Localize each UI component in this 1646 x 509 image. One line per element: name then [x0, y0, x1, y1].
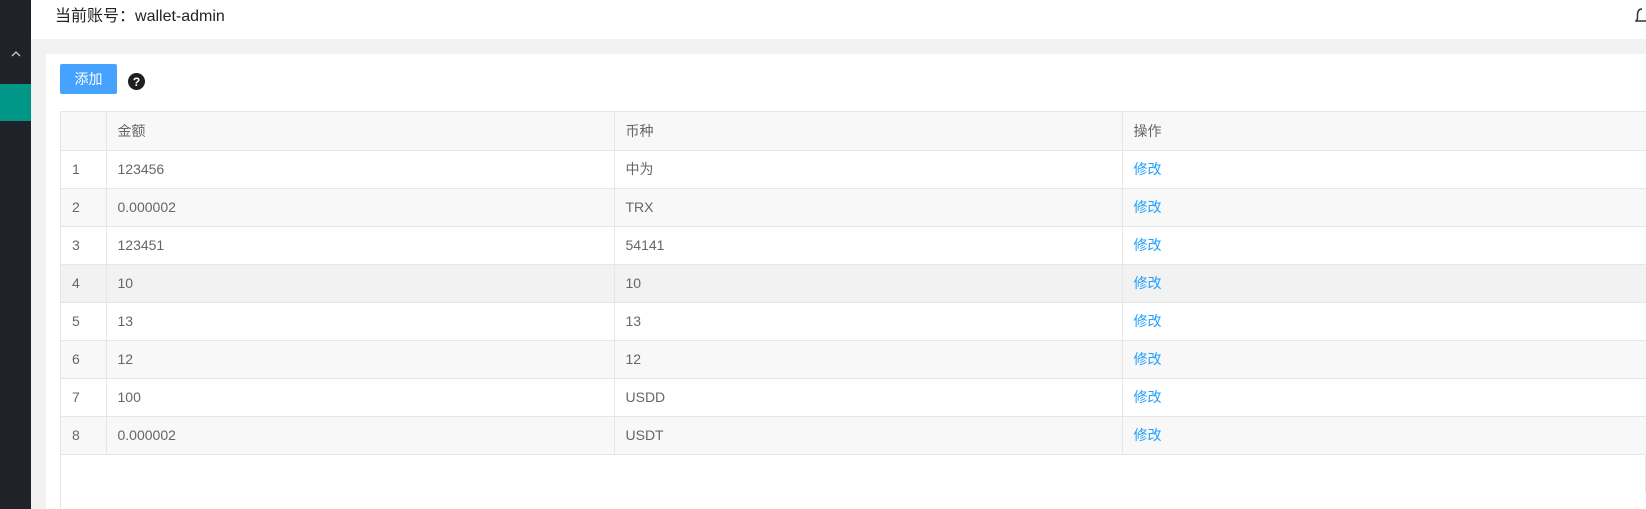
currency-cell: USDT — [614, 416, 1123, 455]
chevron-up-icon[interactable] — [0, 42, 31, 66]
table-row: 4 10 10 修改 — [61, 264, 1646, 303]
add-button[interactable]: 添加 — [60, 64, 117, 94]
table-footer-space — [61, 454, 1646, 492]
edit-link[interactable]: 修改 — [1134, 351, 1162, 367]
edit-link[interactable]: 修改 — [1134, 389, 1162, 405]
edit-link[interactable]: 修改 — [1134, 237, 1162, 253]
column-header-actions: 操作 — [1122, 112, 1646, 151]
row-index-cell: 5 — [61, 302, 107, 341]
currency-cell: 10 — [614, 264, 1123, 303]
row-index-cell: 7 — [61, 378, 107, 417]
amount-cell: 0.000002 — [106, 416, 615, 455]
amount-cell: 100 — [106, 378, 615, 417]
account-name: wallet-admin — [135, 8, 225, 25]
row-index-cell: 2 — [61, 188, 107, 227]
amount-cell: 13 — [106, 302, 615, 341]
row-index-cell: 1 — [61, 150, 107, 189]
edit-link[interactable]: 修改 — [1134, 161, 1162, 177]
row-index-cell: 8 — [61, 416, 107, 455]
column-header-currency[interactable]: 币种 — [614, 112, 1123, 151]
row-index-cell: 6 — [61, 340, 107, 379]
table-header-row: 金额 币种 操作 — [61, 112, 1646, 151]
sidebar — [0, 0, 31, 509]
question-circle-icon[interactable]: ? — [128, 73, 145, 90]
currency-cell: TRX — [614, 188, 1123, 227]
table-row: 5 13 13 修改 — [61, 302, 1646, 341]
currency-cell: 54141 — [614, 226, 1123, 265]
top-header: 当前账号：wallet-admin — [31, 0, 1646, 39]
actions-cell: 修改 — [1122, 150, 1646, 189]
edit-link[interactable]: 修改 — [1134, 199, 1162, 215]
table-row: 3 123451 54141 修改 — [61, 226, 1646, 265]
row-index-cell: 4 — [61, 264, 107, 303]
table-row: 8 0.000002 USDT 修改 — [61, 416, 1646, 455]
sidebar-item-active[interactable] — [0, 84, 31, 121]
amount-cell: 123456 — [106, 150, 615, 189]
bell-icon[interactable] — [1635, 7, 1646, 25]
currency-cell: 13 — [614, 302, 1123, 341]
column-header-amount[interactable]: 金额 — [106, 112, 615, 151]
table-row: 7 100 USDD 修改 — [61, 378, 1646, 417]
table-row: 6 12 12 修改 — [61, 340, 1646, 379]
actions-cell: 修改 — [1122, 226, 1646, 265]
current-account: 当前账号：wallet-admin — [55, 7, 225, 27]
actions-cell: 修改 — [1122, 416, 1646, 455]
amount-cell: 12 — [106, 340, 615, 379]
amount-cell: 0.000002 — [106, 188, 615, 227]
currency-cell: 中为 — [614, 150, 1123, 189]
edit-link[interactable]: 修改 — [1134, 427, 1162, 443]
actions-cell: 修改 — [1122, 264, 1646, 303]
column-header-index — [61, 112, 107, 151]
currency-cell: 12 — [614, 340, 1123, 379]
table-row: 2 0.000002 TRX 修改 — [61, 188, 1646, 227]
row-index-cell: 3 — [61, 226, 107, 265]
actions-cell: 修改 — [1122, 340, 1646, 379]
actions-cell: 修改 — [1122, 188, 1646, 227]
account-label: 当前账号： — [55, 8, 136, 25]
edit-link[interactable]: 修改 — [1134, 275, 1162, 291]
edit-link[interactable]: 修改 — [1134, 313, 1162, 329]
table-row: 1 123456 中为 修改 — [61, 150, 1646, 189]
amount-cell: 10 — [106, 264, 615, 303]
currency-cell: USDD — [614, 378, 1123, 417]
actions-cell: 修改 — [1122, 302, 1646, 341]
amount-cell: 123451 — [106, 226, 615, 265]
actions-cell: 修改 — [1122, 378, 1646, 417]
data-table: 金额 币种 操作 1 123456 中为 修改 2 0.000002 TRX 修改 3 12345… — [60, 111, 1646, 509]
